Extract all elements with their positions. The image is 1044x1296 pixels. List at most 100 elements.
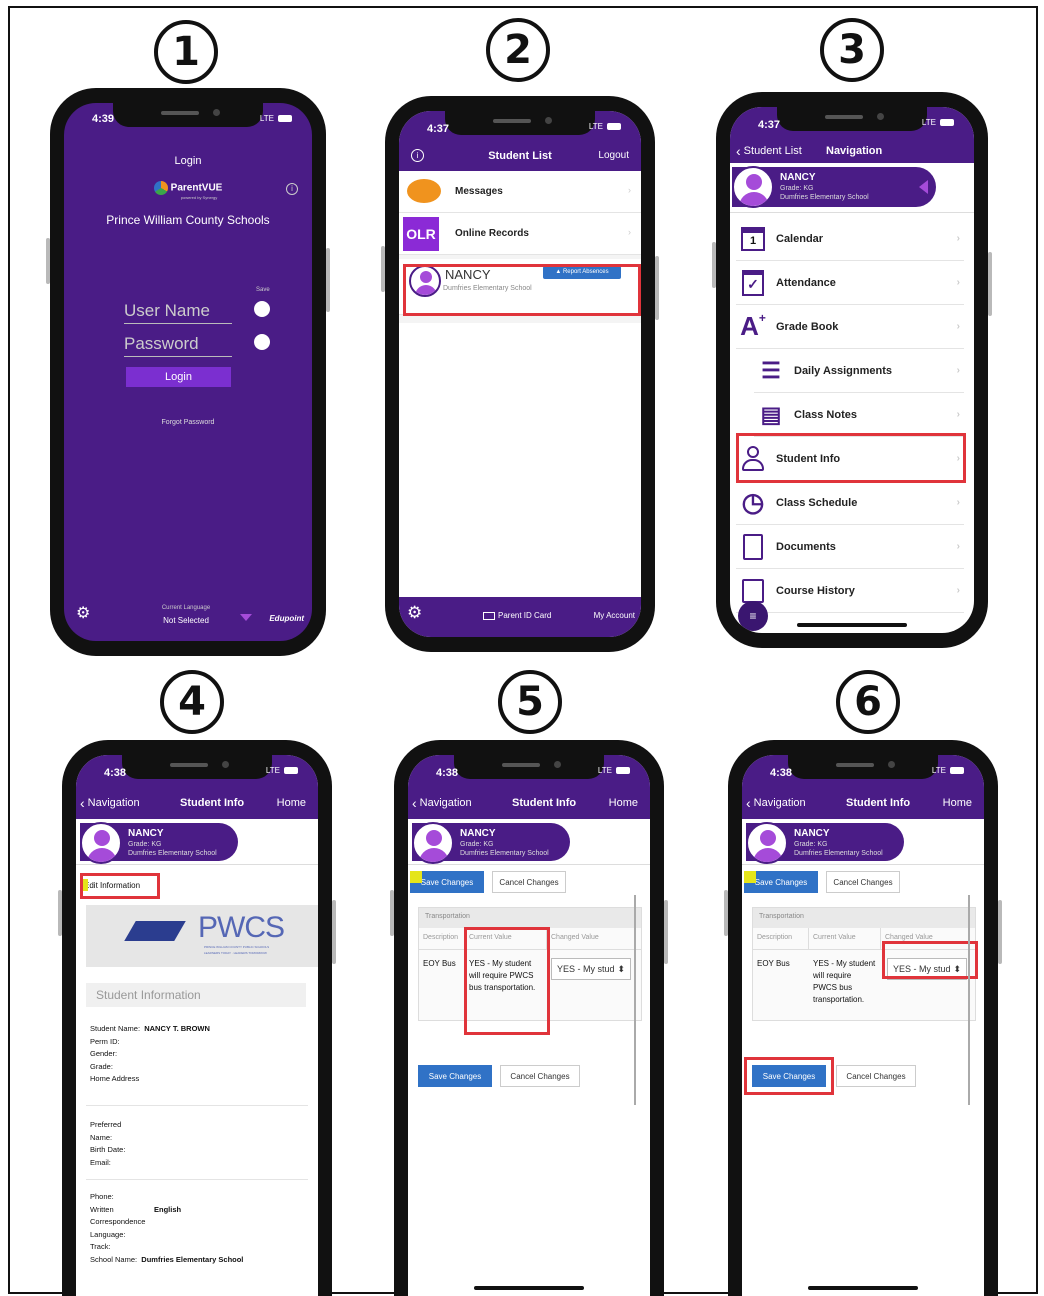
student-grade: Grade: KG: [128, 841, 162, 848]
divider: [86, 1105, 308, 1106]
save-password-toggle[interactable]: [254, 334, 270, 350]
attendance-icon: ✓: [736, 269, 770, 296]
menu-fab-icon[interactable]: ≡: [738, 601, 768, 631]
scrollbar[interactable]: [634, 895, 636, 1105]
language-value: English: [154, 1204, 182, 1214]
nav-item-course-history[interactable]: Course History ›: [736, 569, 964, 613]
step-number-1: 1: [154, 20, 218, 84]
navigation-screen: 4:37 LTE ‹ Student List Navigation NANCY …: [730, 107, 974, 633]
highlight-changed-value: [882, 941, 978, 979]
status-time: 4:37: [427, 123, 450, 135]
student-pill[interactable]: NANCY Grade: KG Dumfries Elementary Scho…: [412, 822, 570, 864]
nav-item-daily-assignments[interactable]: ☰ Daily Assignments ›: [754, 349, 964, 393]
grade-a-plus-icon: A +: [740, 311, 766, 341]
nav-label: Calendar: [776, 232, 824, 245]
student-pill[interactable]: NANCY Grade: KG Dumfries Elementary Scho…: [746, 822, 904, 864]
status-indicators: LTE: [932, 766, 964, 775]
student-name: NANCY: [460, 828, 496, 839]
battery-icon: [284, 767, 298, 774]
cancel-changes-button-bottom[interactable]: Cancel Changes: [836, 1065, 916, 1087]
forgot-password-link[interactable]: Forgot Password: [64, 419, 312, 426]
messages-label: Messages: [455, 186, 503, 197]
home-button[interactable]: Home: [943, 797, 972, 809]
status-time: 4:37: [758, 119, 781, 131]
messages-row[interactable]: Messages ›: [399, 171, 641, 213]
nav-item-documents[interactable]: Documents ›: [736, 525, 964, 569]
back-button[interactable]: ‹ Navigation: [412, 795, 472, 811]
list-icon: ☰: [761, 357, 781, 383]
password-input[interactable]: Password: [124, 334, 232, 357]
logout-button[interactable]: Logout: [598, 150, 629, 161]
save-username-toggle[interactable]: [254, 301, 270, 317]
phone-notch: [788, 755, 938, 779]
col-description: Description: [419, 928, 465, 949]
scrollbar[interactable]: [968, 895, 970, 1105]
highlight-save-changes: [744, 1057, 834, 1095]
student-school: Dumfries Elementary School: [780, 194, 869, 201]
student-pill[interactable]: NANCY Grade: KG Dumfries Elementary Scho…: [80, 822, 238, 864]
phone-3-navigation: 4:37 LTE ‹ Student List Navigation NANCY …: [712, 92, 992, 648]
save-changes-button-bottom[interactable]: Save Changes: [418, 1065, 492, 1087]
language-select[interactable]: Not Selected: [136, 616, 236, 625]
nav-item-calendar[interactable]: 1 Calendar ›: [736, 217, 964, 261]
step-number-3: 3: [820, 18, 884, 82]
gear-icon[interactable]: ⚙: [76, 603, 90, 623]
table-caption: Transportation: [753, 908, 975, 928]
changed-value-select[interactable]: YES - My stud ⬍: [551, 958, 632, 980]
header-title: Student Info: [180, 797, 245, 809]
cancel-changes-button-top[interactable]: Cancel Changes: [826, 871, 900, 893]
col-changed-value: Changed Value: [551, 934, 599, 941]
nav-item-grade-book[interactable]: A + Grade Book ›: [736, 305, 964, 349]
student-school: Dumfries Elementary School: [460, 850, 549, 857]
header-title: Student Info: [512, 797, 577, 809]
info-icon[interactable]: i: [286, 183, 298, 195]
highlight-edit-information: [80, 873, 160, 899]
parentvue-logo: ParentVUE powered by Synergy: [64, 181, 312, 200]
step-number-4: 4: [160, 670, 224, 734]
student-name: NANCY: [794, 828, 830, 839]
cancel-changes-button-top[interactable]: Cancel Changes: [492, 871, 566, 893]
clock-icon: ◷: [741, 487, 765, 517]
student-info-screen: 4:38 LTE ‹ Navigation Student Info Home N…: [76, 755, 318, 1296]
student-pill[interactable]: NANCY Grade: KG Dumfries Elementary Scho…: [732, 166, 936, 208]
cancel-changes-button-bottom[interactable]: Cancel Changes: [500, 1065, 580, 1087]
section-heading: Student Information: [86, 983, 306, 1007]
online-records-row[interactable]: OLR Online Records ›: [399, 213, 641, 255]
nav-label: Class Schedule: [776, 496, 858, 509]
back-button[interactable]: ‹ Navigation: [746, 795, 806, 811]
username-input[interactable]: User Name: [124, 301, 232, 324]
home-button[interactable]: Home: [277, 797, 306, 809]
student-banner: NANCY Grade: KG Dumfries Elementary Scho…: [742, 819, 984, 865]
highlight-student-row: [403, 264, 641, 316]
nav-item-class-schedule[interactable]: ◷ Class Schedule ›: [736, 481, 964, 525]
online-records-label: Online Records: [455, 228, 529, 239]
battery-icon: [950, 767, 964, 774]
nav-item-class-notes[interactable]: ▤ Class Notes ›: [754, 393, 964, 437]
gear-icon[interactable]: ⚙: [407, 603, 422, 623]
status-time: 4:38: [770, 767, 793, 779]
step-number-2: 2: [486, 18, 550, 82]
nav-label: Daily Assignments: [794, 364, 893, 377]
row-description: EOY Bus: [423, 959, 456, 968]
chevron-down-icon[interactable]: [240, 614, 252, 621]
home-button[interactable]: Home: [609, 797, 638, 809]
course-history-icon: [736, 578, 770, 603]
my-account-button[interactable]: My Account: [594, 611, 635, 620]
login-button[interactable]: Login: [126, 367, 231, 387]
chevron-left-icon: ‹: [746, 795, 751, 811]
home-indicator: [808, 1286, 918, 1290]
messages-icon: [407, 179, 441, 203]
student-grade: Grade: KG: [780, 185, 814, 192]
student-grade: Grade: KG: [794, 841, 828, 848]
nav-label: Class Notes: [794, 408, 857, 421]
step-number-6: 6: [836, 670, 900, 734]
back-button[interactable]: ‹ Student List: [736, 143, 802, 159]
student-banner: NANCY Grade: KG Dumfries Elementary Scho…: [76, 819, 318, 865]
parent-id-card-button[interactable]: Parent ID Card: [483, 611, 551, 620]
nav-item-attendance[interactable]: ✓ Attendance ›: [736, 261, 964, 305]
phone-notch: [122, 755, 272, 779]
info-icon[interactable]: i: [411, 149, 424, 162]
back-button[interactable]: ‹ Navigation: [80, 795, 140, 811]
avatar: [732, 166, 774, 208]
highlight-current-value: [464, 927, 550, 1035]
